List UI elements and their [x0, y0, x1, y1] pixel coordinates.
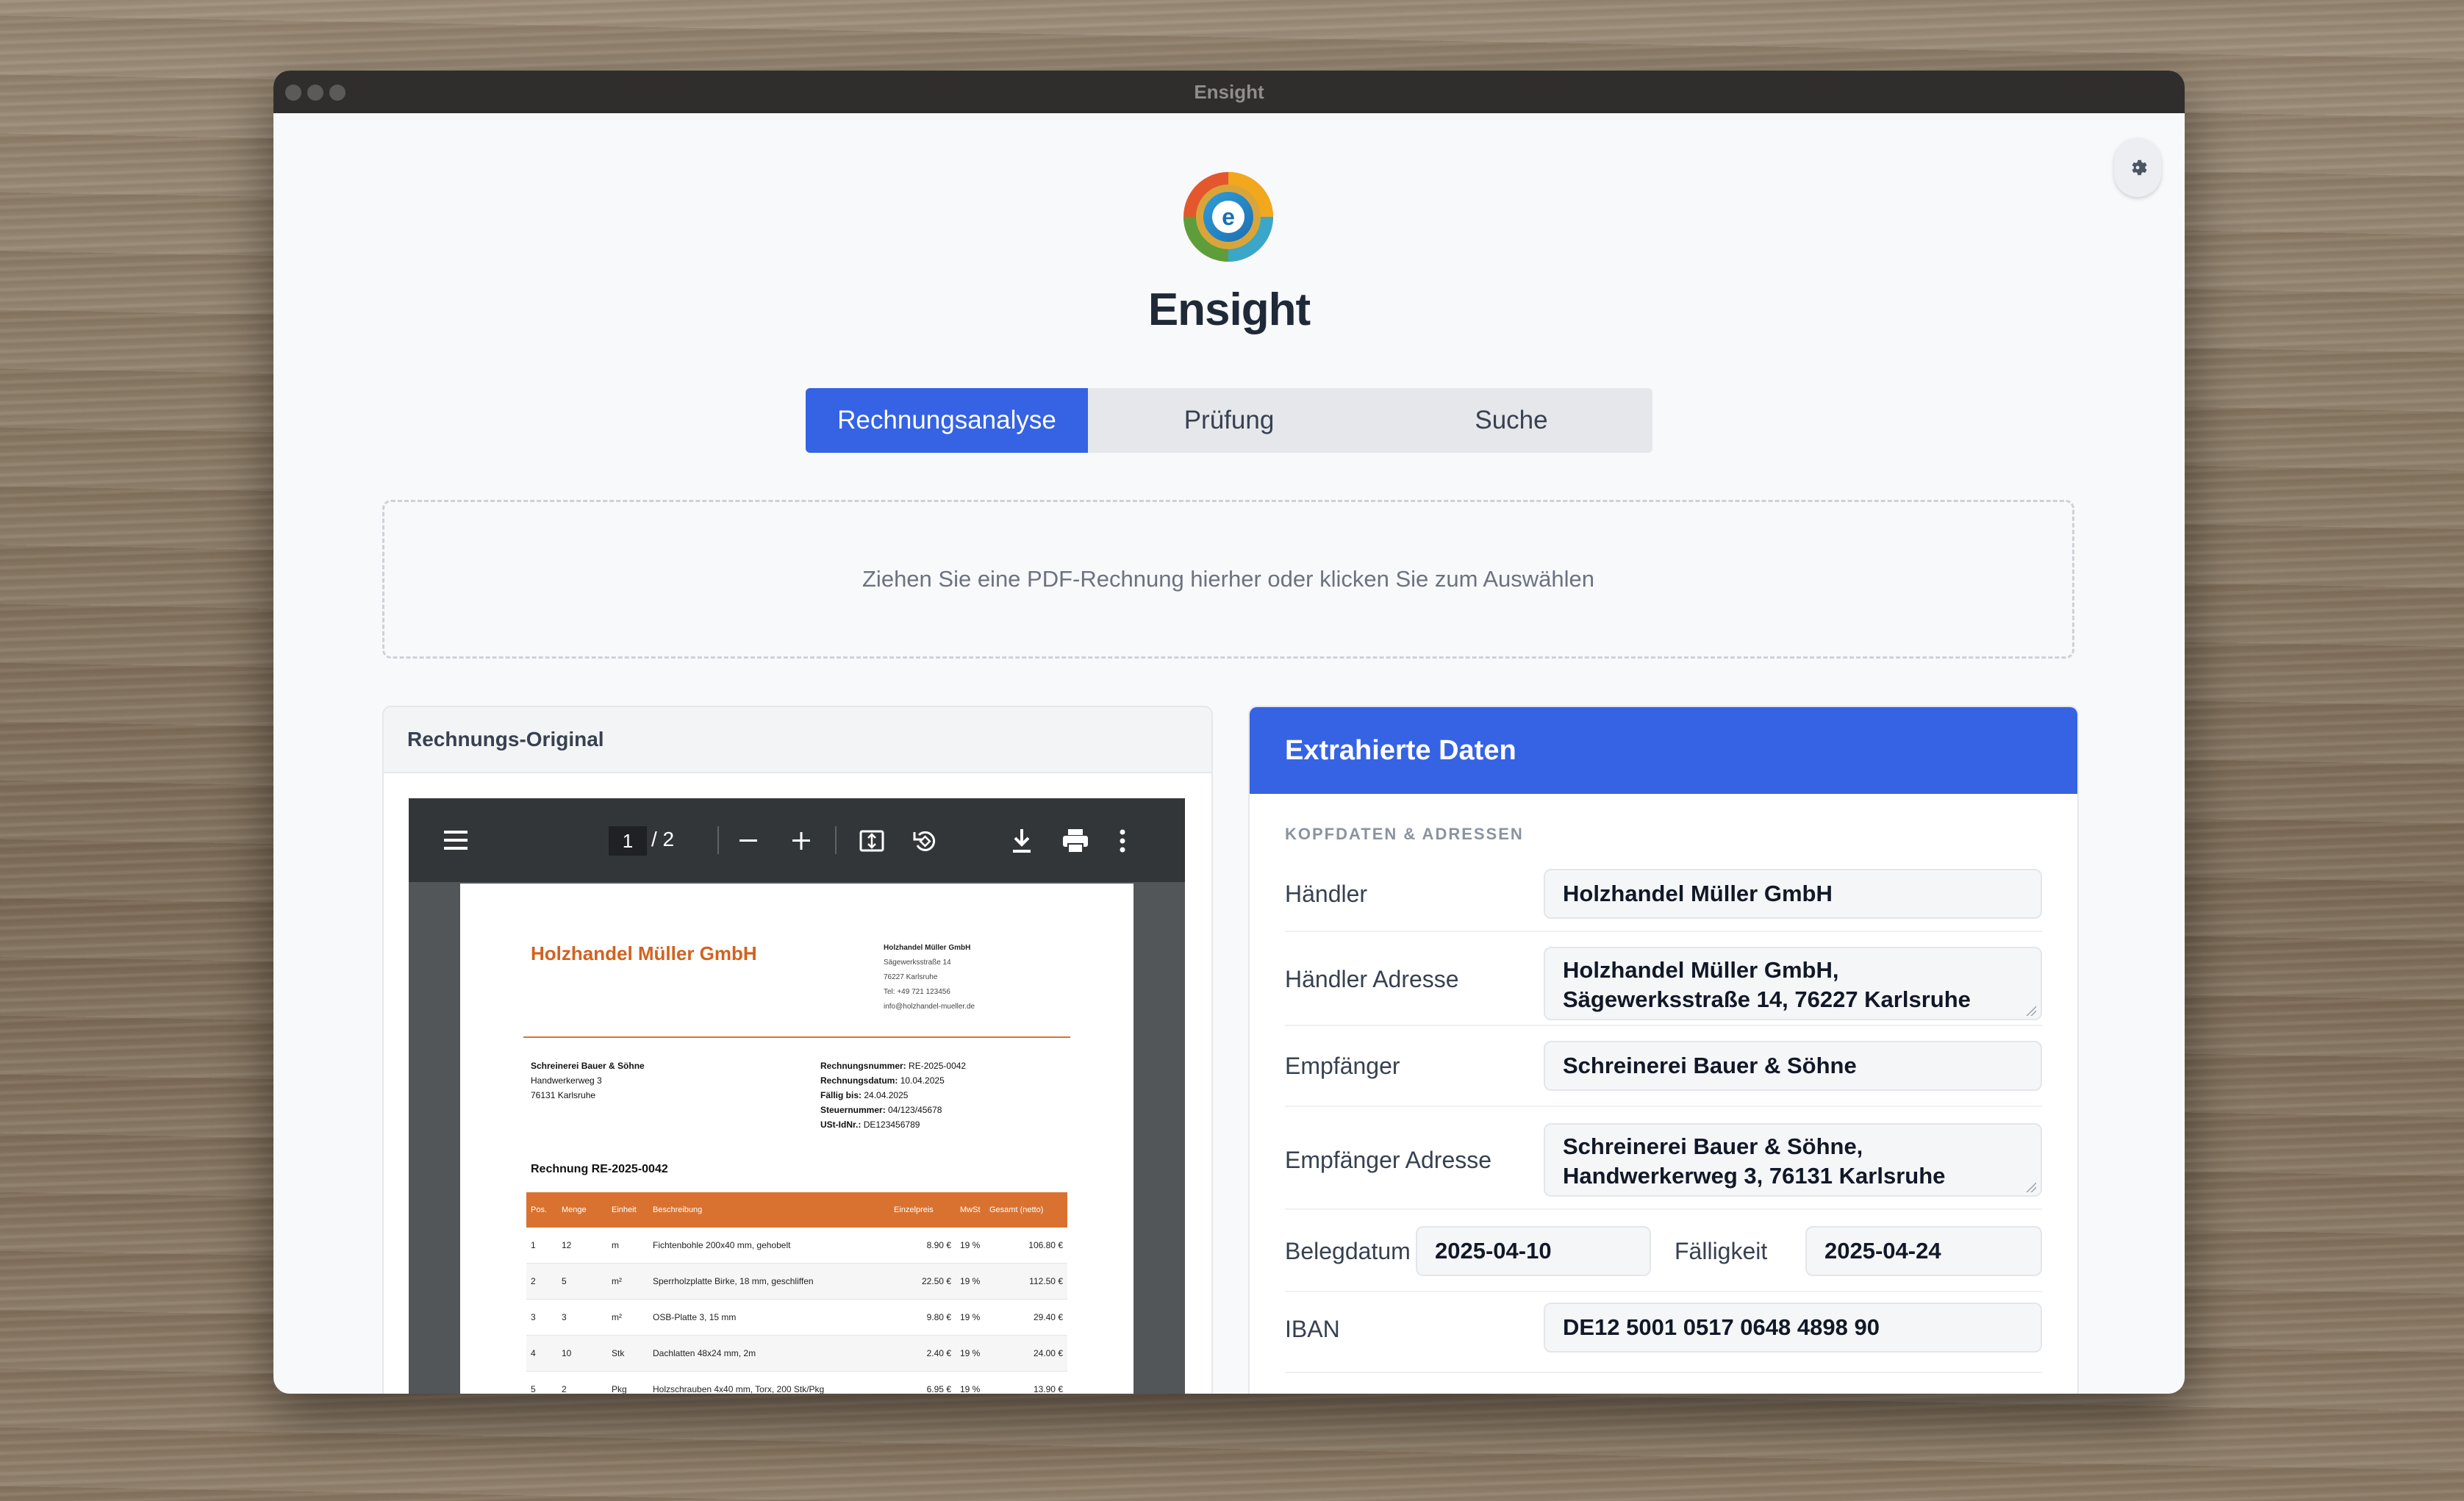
haendler-adresse-textarea[interactable]: Holzhandel Müller GmbH, Sägewerksstraße … — [1544, 947, 2042, 1020]
invoice-items-table: Pos. Menge Einheit Beschreibung Einzelpr… — [526, 1192, 1067, 1394]
app-title: Ensight — [1147, 284, 1311, 335]
dropzone-text: Ziehen Sie eine PDF-Rechnung hierher ode… — [862, 566, 1594, 592]
invoice-recipient-block: Schreinerei Bauer & Söhne Handwerkerweg … — [531, 1061, 645, 1100]
toolbar-divider — [717, 826, 719, 854]
faelligkeit-input[interactable]: 2025-04-24 — [1805, 1226, 2042, 1276]
belegdatum-input[interactable]: 2025-04-10 — [1416, 1226, 1651, 1276]
empfaenger-adresse-label: Empfänger Adresse — [1285, 1147, 1492, 1173]
fit-page-icon[interactable] — [859, 828, 885, 854]
print-icon[interactable] — [1061, 828, 1089, 854]
pdf-toolbar: 1 / 2 — [409, 798, 1185, 882]
table-row: 1 12 m Fichtenbohle 200x40 mm, gehobelt 8.90… — [526, 1228, 1067, 1264]
ensight-logo: e — [1183, 172, 1273, 262]
haendler-input[interactable]: Holzhandel Müller GmbH — [1544, 869, 2042, 919]
table-row: 2 5 m² Sperrholzplatte Birke, 18 mm, geschl… — [526, 1263, 1067, 1300]
empfaenger-adresse-textarea[interactable]: Schreinerei Bauer & Söhne, Handwerkerweg… — [1544, 1123, 2042, 1197]
settings-button[interactable] — [2114, 138, 2161, 197]
field-row-empfaenger-adresse: Empfänger Adresse Schreinerei Bauer & Sö… — [1285, 1106, 2042, 1210]
iban-label: IBAN — [1285, 1316, 1340, 1342]
pdf-viewer: 1 / 2 Holzhandel Müller GmbH Holzhandel … — [409, 798, 1185, 1394]
app-window: Ensight e Ensight Rechnungsanalyse Prüfu… — [273, 71, 2185, 1394]
more-options-icon[interactable] — [1119, 828, 1126, 854]
zoom-in-icon[interactable] — [791, 831, 812, 851]
invoice-company-name: Holzhandel Müller GmbH — [531, 942, 757, 964]
download-icon[interactable] — [1010, 828, 1034, 854]
table-header-row: Pos. Menge Einheit Beschreibung Einzelpr… — [526, 1192, 1067, 1228]
invoice-divider — [523, 1036, 1070, 1038]
logo-letter: e — [1222, 204, 1235, 230]
invoice-heading: Rechnung RE-2025-0042 — [531, 1163, 668, 1175]
table-row: 4 10 Stk Dachlatten 48x24 mm, 2m 2.40 €19 % 2… — [526, 1335, 1067, 1372]
table-row: 3 3 m² OSB-Platte 3, 15 mm 9.80 €19 % 29.40 € — [526, 1299, 1067, 1336]
empfaenger-label: Empfänger — [1285, 1053, 1400, 1079]
field-row-iban: IBAN DE12 5001 0517 0648 4898 90 — [1285, 1291, 2042, 1373]
pdf-page: Holzhandel Müller GmbH Holzhandel Müller… — [460, 884, 1133, 1394]
pdf-dropzone[interactable]: Ziehen Sie eine PDF-Rechnung hierher ode… — [382, 500, 2074, 659]
field-row-haendler-adresse: Händler Adresse Holzhandel Müller GmbH, … — [1285, 931, 2042, 1026]
original-card: Rechnungs-Original 1 / 2 Holzhandel Müll… — [382, 706, 1213, 1394]
window-title: Ensight — [1194, 81, 1264, 103]
table-row: 5 2 Pkg Holzschrauben 4x40 mm, Torx, 200 St… — [526, 1371, 1067, 1394]
section-header-kopfdaten: KOPFDATEN & ADRESSEN — [1285, 825, 1524, 843]
original-card-title: Rechnungs-Original — [384, 707, 1211, 773]
zoom-out-icon[interactable] — [738, 831, 759, 851]
tab-rechnungsanalyse[interactable]: Rechnungsanalyse — [806, 388, 1088, 453]
extracted-data-card: Extrahierte Daten KOPFDATEN & ADRESSEN H… — [1248, 706, 2079, 1394]
field-row-dates: Belegdatum 2025-04-10 Fälligkeit 2025-04… — [1285, 1208, 2042, 1292]
rotate-icon[interactable] — [912, 828, 938, 854]
haendler-adresse-label: Händler Adresse — [1285, 966, 1459, 992]
tab-suche[interactable]: Suche — [1370, 388, 1652, 453]
page-total: / 2 — [651, 828, 675, 850]
empfaenger-input[interactable]: Schreinerei Bauer & Söhne — [1544, 1041, 2042, 1091]
field-row-empfaenger: Empfänger Schreinerei Bauer & Söhne — [1285, 1025, 2042, 1107]
belegdatum-label: Belegdatum — [1285, 1238, 1411, 1264]
gear-icon — [2132, 160, 2147, 176]
resize-handle[interactable] — [2026, 1006, 2036, 1016]
invoice-sender-block: Holzhandel Müller GmbH Sägewerksstraße 1… — [884, 944, 975, 1011]
extracted-data-title: Extrahierte Daten — [1250, 707, 2077, 794]
haendler-adresse-value: Holzhandel Müller GmbH, Sägewerksstraße … — [1563, 957, 1971, 1012]
page-number-input[interactable]: 1 — [609, 826, 647, 856]
tab-pruefung[interactable]: Prüfung — [1088, 388, 1370, 453]
tab-bar: Rechnungsanalyse Prüfung Suche — [806, 388, 1652, 453]
iban-input[interactable]: DE12 5001 0517 0648 4898 90 — [1544, 1303, 2042, 1353]
faelligkeit-label: Fälligkeit — [1675, 1238, 1768, 1264]
toolbar-divider — [835, 826, 837, 854]
resize-handle[interactable] — [2026, 1182, 2036, 1192]
empfaenger-adresse-value: Schreinerei Bauer & Söhne, Handwerkerweg… — [1563, 1133, 1946, 1189]
field-row-haendler: Händler Holzhandel Müller GmbH — [1285, 861, 2042, 932]
title-bar: Ensight — [273, 71, 2185, 113]
invoice-meta-block: Rechnungsnummer: RE-2025-0042 Rechnungsd… — [820, 1061, 967, 1130]
haendler-label: Händler — [1285, 881, 1368, 907]
menu-icon[interactable] — [444, 829, 468, 851]
